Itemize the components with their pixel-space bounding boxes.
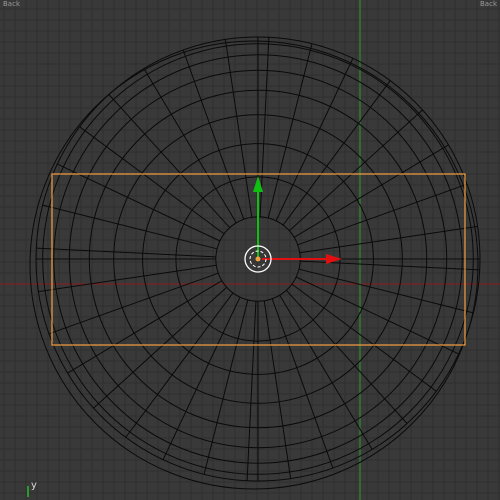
wire-meridian — [38, 264, 217, 293]
wire-meridian — [291, 283, 437, 392]
3d-viewport[interactable]: Back Back y — [0, 0, 500, 500]
view-label-top-right: Back — [480, 0, 497, 8]
wire-meridian — [36, 247, 216, 258]
pivot-center-dot — [255, 256, 261, 262]
wire-meridian — [293, 144, 449, 238]
wire-meridian — [224, 39, 253, 218]
axis-gizmo-y-label: y — [31, 480, 37, 491]
sphere-wireframe[interactable] — [29, 36, 481, 490]
wire-meridian — [93, 286, 228, 409]
wire-meridian — [282, 80, 391, 226]
view-label-top-left: Back — [3, 0, 20, 8]
transform-manipulator[interactable] — [244, 176, 342, 273]
